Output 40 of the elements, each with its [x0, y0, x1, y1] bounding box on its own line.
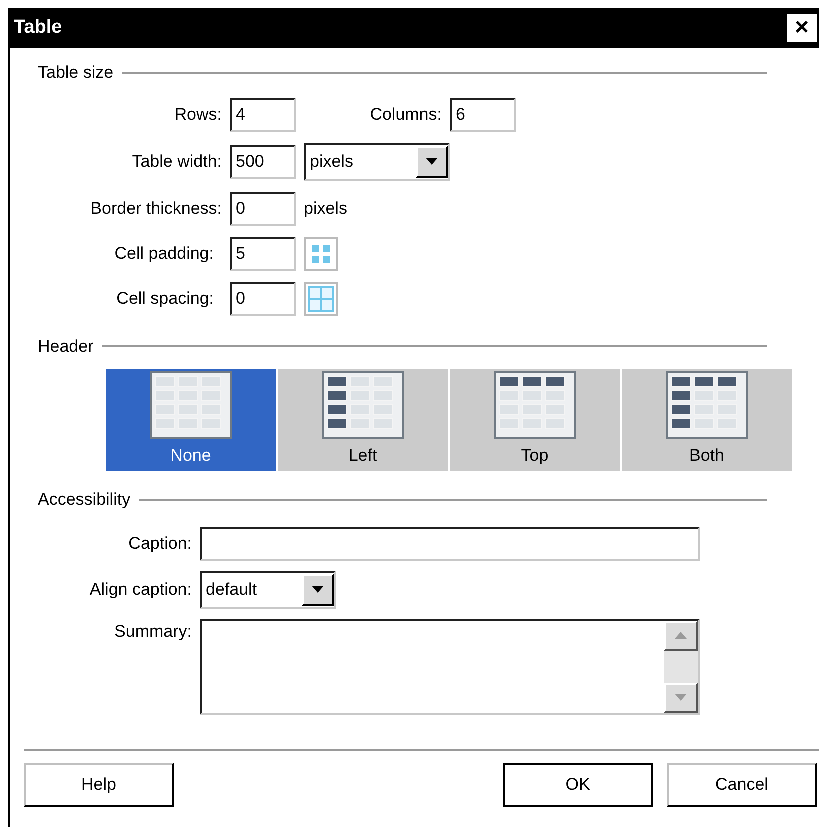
summary-field[interactable]	[200, 618, 700, 714]
section-heading: Header	[38, 336, 94, 358]
number-field[interactable]: 0	[230, 192, 296, 226]
header-option[interactable]: Top	[450, 369, 620, 471]
scroll-up-icon	[664, 620, 698, 650]
field-label: Summary:	[114, 620, 193, 642]
header-option[interactable]: Left	[278, 369, 448, 471]
number-field[interactable]: 500	[230, 144, 296, 178]
number-field[interactable]: 5	[230, 236, 296, 270]
caption-field[interactable]	[200, 526, 700, 560]
field-label: Table width:	[131, 150, 223, 173]
dropdown[interactable]: pixels	[304, 142, 450, 180]
field-label: Rows:	[174, 104, 223, 126]
number-field[interactable]: 0	[230, 282, 296, 316]
field-label: Align caption:	[88, 578, 193, 601]
header-option[interactable]: None	[106, 369, 276, 471]
window-title: Table	[14, 16, 62, 40]
close-button[interactable]: ×	[787, 14, 817, 42]
cell-spacing-icon	[304, 282, 338, 316]
section-heading: Table size	[38, 62, 114, 84]
number-field[interactable]: 6	[450, 98, 516, 132]
table-icon	[666, 371, 748, 440]
scroll-down-icon	[664, 682, 698, 712]
field-label: Cell spacing:	[116, 288, 215, 310]
number-field[interactable]: 4	[230, 98, 296, 132]
dropdown[interactable]: default	[200, 570, 336, 608]
table-icon	[494, 371, 576, 440]
field-label: Caption:	[128, 532, 193, 555]
dialog-button[interactable]: Help	[24, 762, 174, 806]
dialog-button[interactable]: OK	[503, 762, 653, 806]
field-label: Columns:	[369, 104, 443, 126]
dialog-button[interactable]: Cancel	[667, 762, 817, 806]
unit-label: pixels	[303, 198, 348, 220]
table-icon	[150, 371, 232, 440]
field-label: Cell padding:	[114, 242, 215, 265]
table-icon	[322, 371, 404, 440]
field-label: Border thickness:	[90, 198, 223, 220]
cell-padding-icon	[304, 236, 338, 270]
section-heading: Accessibility	[38, 489, 131, 511]
header-option[interactable]: Both	[622, 369, 792, 471]
